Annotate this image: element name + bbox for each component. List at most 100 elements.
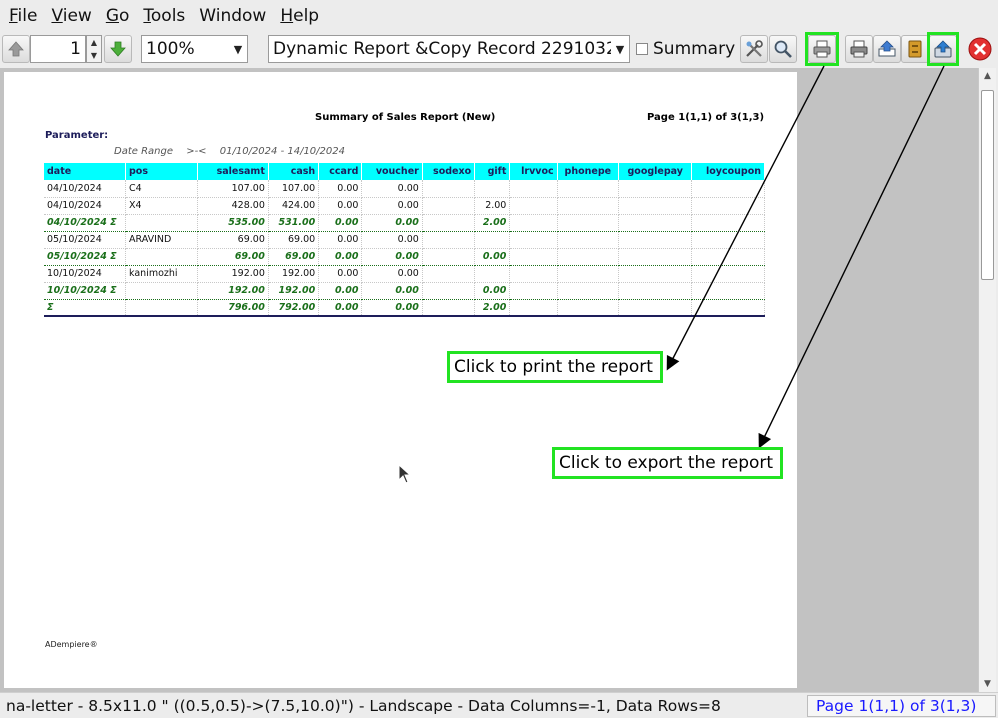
table-cell: 0.00 <box>474 282 511 300</box>
customize-button[interactable] <box>740 35 768 63</box>
table-cell: 796.00 <box>197 299 269 317</box>
subtotal-row[interactable]: Σ 796.00 792.00 0.00 0.00 2.00 <box>44 299 765 317</box>
next-page-button[interactable] <box>104 35 132 63</box>
subtotal-row[interactable]: 10/10/2024 Σ 192.00 192.00 0.00 0.00 0.00 <box>44 282 765 300</box>
menu-help[interactable]: Help <box>275 6 324 26</box>
spinner-down-icon[interactable]: ▼ <box>87 49 101 62</box>
menu-view[interactable]: View <box>46 6 96 26</box>
send-icon <box>878 40 896 57</box>
table-cell <box>509 248 558 266</box>
table-cell: 10/10/2024 <box>44 265 126 283</box>
report-select-value: Dynamic Report &Copy Record 2291032 <box>273 39 617 59</box>
column-header[interactable]: gift <box>474 163 511 180</box>
column-header[interactable]: salesamt <box>197 163 269 180</box>
column-header[interactable]: lrvvoc <box>509 163 558 180</box>
subtotal-row[interactable]: 04/10/2024 Σ 535.00 531.00 0.00 0.00 2.00 <box>44 214 765 232</box>
report-select[interactable]: Dynamic Report &Copy Record 2291032 ▼ <box>268 35 630 63</box>
column-header[interactable]: ccard <box>318 163 363 180</box>
table-cell: X4 <box>125 197 199 215</box>
parameter-label: Parameter: <box>45 130 109 141</box>
table-cell <box>557 248 620 266</box>
table-cell <box>422 231 476 249</box>
close-button[interactable] <box>968 37 992 65</box>
menu-tools-label: ools <box>150 6 186 26</box>
menu-help-mnemonic: H <box>280 6 294 26</box>
summary-checkbox[interactable] <box>636 43 648 55</box>
table-cell: 0.00 <box>361 214 423 232</box>
scrollbar-thumb[interactable] <box>981 90 994 280</box>
arrow-up-icon <box>8 41 24 57</box>
menu-tools[interactable]: Tools <box>138 6 190 26</box>
table-cell: Σ <box>44 299 126 317</box>
spinner-up-icon[interactable]: ▲ <box>87 36 101 49</box>
export-highlight <box>927 32 959 66</box>
archive-icon <box>908 40 922 58</box>
column-header[interactable]: loycoupon <box>691 163 765 180</box>
table-cell <box>618 282 693 300</box>
table-cell <box>618 299 693 317</box>
table-row[interactable]: 04/10/2024 C4 107.00 107.00 0.00 0.00 <box>44 180 765 198</box>
report-table: date pos salesamt cash ccard voucher sod… <box>44 163 765 317</box>
page-number-input[interactable]: 1 <box>30 35 86 63</box>
table-cell <box>557 231 620 249</box>
scroll-down-icon[interactable]: ▼ <box>979 676 996 692</box>
table-cell: 2.00 <box>474 214 511 232</box>
table-cell: 10/10/2024 Σ <box>44 282 126 300</box>
menu-file[interactable]: File <box>4 6 42 26</box>
column-header[interactable]: googlepay <box>618 163 693 180</box>
archive-button[interactable] <box>901 35 929 63</box>
table-row[interactable]: 05/10/2024 ARAVIND 69.00 69.00 0.00 0.00 <box>44 231 765 249</box>
column-header[interactable]: phonepe <box>557 163 620 180</box>
table-cell: 531.00 <box>268 214 320 232</box>
table-cell: kanimozhi <box>125 265 199 283</box>
column-header[interactable]: voucher <box>361 163 423 180</box>
tools-icon <box>746 40 763 57</box>
table-cell: 0.00 <box>318 282 363 300</box>
table-cell: 192.00 <box>268 265 320 283</box>
table-cell: 0.00 <box>361 265 423 283</box>
column-header[interactable]: sodexo <box>422 163 476 180</box>
table-cell: 0.00 <box>361 248 423 266</box>
print-preview-button[interactable] <box>845 35 873 63</box>
table-cell: 192.00 <box>268 282 320 300</box>
vertical-scrollbar[interactable]: ▲ ▼ <box>978 68 996 692</box>
table-cell: 0.00 <box>361 282 423 300</box>
table-cell <box>557 282 620 300</box>
table-cell <box>474 180 511 198</box>
table-cell <box>422 248 476 266</box>
table-cell <box>125 248 199 266</box>
table-cell <box>474 231 511 249</box>
find-button[interactable] <box>769 35 797 63</box>
menu-tools-mnemonic: T <box>143 6 151 26</box>
table-cell <box>557 299 620 317</box>
send-mail-button[interactable] <box>873 35 901 63</box>
column-header[interactable]: cash <box>268 163 320 180</box>
table-cell <box>125 299 199 317</box>
table-cell: 05/10/2024 <box>44 231 126 249</box>
table-row[interactable]: 10/10/2024 kanimozhi 192.00 192.00 0.00 0.00 <box>44 265 765 283</box>
table-cell: 107.00 <box>268 180 320 198</box>
zoom-select[interactable]: 100% ▼ <box>141 35 248 63</box>
menu-view-mnemonic: V <box>51 6 63 26</box>
table-row[interactable]: 04/10/2024 X4 428.00 424.00 0.00 0.00 2.00 <box>44 197 765 215</box>
menu-go[interactable]: Go <box>101 6 135 26</box>
subtotal-row[interactable]: 05/10/2024 Σ 69.00 69.00 0.00 0.00 0.00 <box>44 248 765 266</box>
table-cell <box>509 214 558 232</box>
status-page-indicator: Page 1(1,1) of 3(1,3) <box>807 695 996 717</box>
table-cell: 192.00 <box>197 282 269 300</box>
previous-page-button[interactable] <box>2 35 30 63</box>
arrow-down-icon <box>110 41 126 57</box>
column-header[interactable]: pos <box>125 163 199 180</box>
menu-window[interactable]: Window <box>194 6 271 26</box>
mouse-cursor-icon <box>398 464 412 484</box>
table-cell: 107.00 <box>197 180 269 198</box>
table-cell <box>509 231 558 249</box>
column-header[interactable]: date <box>44 163 126 180</box>
table-cell <box>618 214 693 232</box>
table-cell <box>691 180 765 198</box>
table-header-row: date pos salesamt cash ccard voucher sod… <box>44 163 765 180</box>
summary-label: Summary <box>653 39 736 59</box>
page-number-spinner[interactable]: ▲ ▼ <box>86 35 102 63</box>
table-cell <box>422 180 476 198</box>
scroll-up-icon[interactable]: ▲ <box>979 68 996 84</box>
